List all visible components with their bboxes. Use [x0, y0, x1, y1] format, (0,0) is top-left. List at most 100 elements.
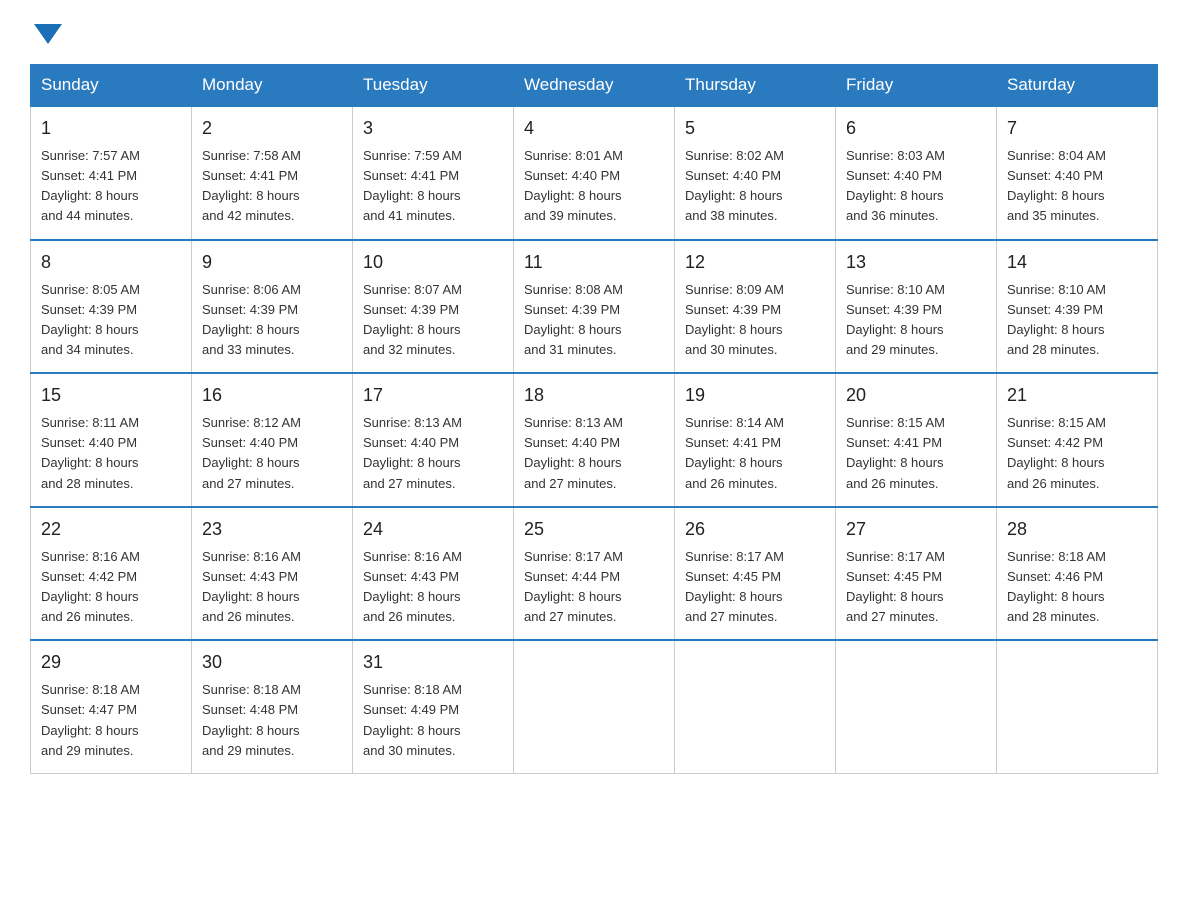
day-number: 26 — [685, 516, 825, 543]
day-number: 10 — [363, 249, 503, 276]
calendar-cell: 26 Sunrise: 8:17 AMSunset: 4:45 PMDayligh… — [675, 507, 836, 641]
column-header-friday: Friday — [836, 65, 997, 107]
day-info: Sunrise: 8:02 AMSunset: 4:40 PMDaylight:… — [685, 146, 825, 227]
calendar-cell: 7 Sunrise: 8:04 AMSunset: 4:40 PMDaylight… — [997, 106, 1158, 240]
day-number: 22 — [41, 516, 181, 543]
day-number: 11 — [524, 249, 664, 276]
calendar-cell: 4 Sunrise: 8:01 AMSunset: 4:40 PMDaylight… — [514, 106, 675, 240]
day-number: 3 — [363, 115, 503, 142]
day-info: Sunrise: 8:15 AMSunset: 4:42 PMDaylight:… — [1007, 413, 1147, 494]
day-number: 15 — [41, 382, 181, 409]
day-info: Sunrise: 8:17 AMSunset: 4:45 PMDaylight:… — [846, 547, 986, 628]
calendar-cell: 1 Sunrise: 7:57 AMSunset: 4:41 PMDaylight… — [31, 106, 192, 240]
calendar-cell: 9 Sunrise: 8:06 AMSunset: 4:39 PMDaylight… — [192, 240, 353, 374]
day-info: Sunrise: 7:57 AMSunset: 4:41 PMDaylight:… — [41, 146, 181, 227]
calendar-cell: 5 Sunrise: 8:02 AMSunset: 4:40 PMDaylight… — [675, 106, 836, 240]
day-number: 2 — [202, 115, 342, 142]
calendar-cell: 13Sunrise: 8:10 AMSunset: 4:39 PMDayligh… — [836, 240, 997, 374]
day-info: Sunrise: 8:16 AMSunset: 4:43 PMDaylight:… — [202, 547, 342, 628]
day-info: Sunrise: 7:58 AMSunset: 4:41 PMDaylight:… — [202, 146, 342, 227]
day-number: 14 — [1007, 249, 1147, 276]
calendar-cell — [836, 640, 997, 773]
day-number: 18 — [524, 382, 664, 409]
calendar-table: SundayMondayTuesdayWednesdayThursdayFrid… — [30, 64, 1158, 774]
calendar-cell: 30 Sunrise: 8:18 AMSunset: 4:48 PMDayligh… — [192, 640, 353, 773]
day-info: Sunrise: 8:18 AMSunset: 4:46 PMDaylight:… — [1007, 547, 1147, 628]
day-info: Sunrise: 8:11 AMSunset: 4:40 PMDaylight:… — [41, 413, 181, 494]
day-number: 17 — [363, 382, 503, 409]
day-info: Sunrise: 8:13 AMSunset: 4:40 PMDaylight:… — [363, 413, 503, 494]
column-header-tuesday: Tuesday — [353, 65, 514, 107]
calendar-cell: 20 Sunrise: 8:15 AMSunset: 4:41 PMDayligh… — [836, 373, 997, 507]
day-number: 1 — [41, 115, 181, 142]
day-info: Sunrise: 8:15 AMSunset: 4:41 PMDaylight:… — [846, 413, 986, 494]
day-info: Sunrise: 8:03 AMSunset: 4:40 PMDaylight:… — [846, 146, 986, 227]
calendar-cell: 17 Sunrise: 8:13 AMSunset: 4:40 PMDayligh… — [353, 373, 514, 507]
day-number: 6 — [846, 115, 986, 142]
day-number: 27 — [846, 516, 986, 543]
calendar-cell: 8Sunrise: 8:05 AMSunset: 4:39 PMDaylight… — [31, 240, 192, 374]
day-number: 30 — [202, 649, 342, 676]
calendar-cell — [997, 640, 1158, 773]
calendar-cell: 12Sunrise: 8:09 AMSunset: 4:39 PMDayligh… — [675, 240, 836, 374]
day-number: 23 — [202, 516, 342, 543]
day-number: 16 — [202, 382, 342, 409]
column-header-saturday: Saturday — [997, 65, 1158, 107]
calendar-cell: 21 Sunrise: 8:15 AMSunset: 4:42 PMDayligh… — [997, 373, 1158, 507]
calendar-cell: 23 Sunrise: 8:16 AMSunset: 4:43 PMDayligh… — [192, 507, 353, 641]
day-number: 12 — [685, 249, 825, 276]
calendar-cell: 2 Sunrise: 7:58 AMSunset: 4:41 PMDaylight… — [192, 106, 353, 240]
day-number: 19 — [685, 382, 825, 409]
day-info: Sunrise: 8:18 AMSunset: 4:48 PMDaylight:… — [202, 680, 342, 761]
day-info: Sunrise: 8:16 AMSunset: 4:43 PMDaylight:… — [363, 547, 503, 628]
calendar-week-row: 15 Sunrise: 8:11 AMSunset: 4:40 PMDayligh… — [31, 373, 1158, 507]
calendar-cell: 16 Sunrise: 8:12 AMSunset: 4:40 PMDayligh… — [192, 373, 353, 507]
calendar-cell: 24 Sunrise: 8:16 AMSunset: 4:43 PMDayligh… — [353, 507, 514, 641]
calendar-cell: 29 Sunrise: 8:18 AMSunset: 4:47 PMDayligh… — [31, 640, 192, 773]
day-info: Sunrise: 8:16 AMSunset: 4:42 PMDaylight:… — [41, 547, 181, 628]
calendar-cell: 10Sunrise: 8:07 AMSunset: 4:39 PMDayligh… — [353, 240, 514, 374]
calendar-cell: 14Sunrise: 8:10 AMSunset: 4:39 PMDayligh… — [997, 240, 1158, 374]
calendar-cell: 15 Sunrise: 8:11 AMSunset: 4:40 PMDayligh… — [31, 373, 192, 507]
day-info: Sunrise: 8:01 AMSunset: 4:40 PMDaylight:… — [524, 146, 664, 227]
calendar-cell: 18 Sunrise: 8:13 AMSunset: 4:40 PMDayligh… — [514, 373, 675, 507]
day-info: Sunrise: 8:06 AMSunset: 4:39 PMDaylight:… — [202, 280, 342, 361]
day-number: 29 — [41, 649, 181, 676]
calendar-week-row: 29 Sunrise: 8:18 AMSunset: 4:47 PMDayligh… — [31, 640, 1158, 773]
day-info: Sunrise: 8:14 AMSunset: 4:41 PMDaylight:… — [685, 413, 825, 494]
column-header-monday: Monday — [192, 65, 353, 107]
calendar-week-row: 8Sunrise: 8:05 AMSunset: 4:39 PMDaylight… — [31, 240, 1158, 374]
column-header-wednesday: Wednesday — [514, 65, 675, 107]
calendar-cell — [514, 640, 675, 773]
day-number: 13 — [846, 249, 986, 276]
day-info: Sunrise: 8:17 AMSunset: 4:44 PMDaylight:… — [524, 547, 664, 628]
day-number: 7 — [1007, 115, 1147, 142]
day-info: Sunrise: 8:18 AMSunset: 4:47 PMDaylight:… — [41, 680, 181, 761]
day-info: Sunrise: 8:13 AMSunset: 4:40 PMDaylight:… — [524, 413, 664, 494]
day-number: 28 — [1007, 516, 1147, 543]
day-number: 24 — [363, 516, 503, 543]
day-number: 20 — [846, 382, 986, 409]
calendar-cell: 6 Sunrise: 8:03 AMSunset: 4:40 PMDaylight… — [836, 106, 997, 240]
day-number: 8 — [41, 249, 181, 276]
day-number: 5 — [685, 115, 825, 142]
day-info: Sunrise: 8:12 AMSunset: 4:40 PMDaylight:… — [202, 413, 342, 494]
day-info: Sunrise: 8:04 AMSunset: 4:40 PMDaylight:… — [1007, 146, 1147, 227]
day-info: Sunrise: 8:18 AMSunset: 4:49 PMDaylight:… — [363, 680, 503, 761]
calendar-week-row: 1 Sunrise: 7:57 AMSunset: 4:41 PMDaylight… — [31, 106, 1158, 240]
logo — [30, 20, 62, 44]
calendar-cell — [675, 640, 836, 773]
calendar-cell: 31 Sunrise: 8:18 AMSunset: 4:49 PMDayligh… — [353, 640, 514, 773]
column-header-sunday: Sunday — [31, 65, 192, 107]
day-number: 9 — [202, 249, 342, 276]
calendar-cell: 3Sunrise: 7:59 AMSunset: 4:41 PMDaylight… — [353, 106, 514, 240]
day-number: 31 — [363, 649, 503, 676]
calendar-cell: 11Sunrise: 8:08 AMSunset: 4:39 PMDayligh… — [514, 240, 675, 374]
day-number: 21 — [1007, 382, 1147, 409]
calendar-cell: 28 Sunrise: 8:18 AMSunset: 4:46 PMDayligh… — [997, 507, 1158, 641]
calendar-cell: 19 Sunrise: 8:14 AMSunset: 4:41 PMDayligh… — [675, 373, 836, 507]
day-info: Sunrise: 8:17 AMSunset: 4:45 PMDaylight:… — [685, 547, 825, 628]
day-number: 4 — [524, 115, 664, 142]
logo-arrow-icon — [34, 24, 62, 44]
calendar-week-row: 22 Sunrise: 8:16 AMSunset: 4:42 PMDayligh… — [31, 507, 1158, 641]
